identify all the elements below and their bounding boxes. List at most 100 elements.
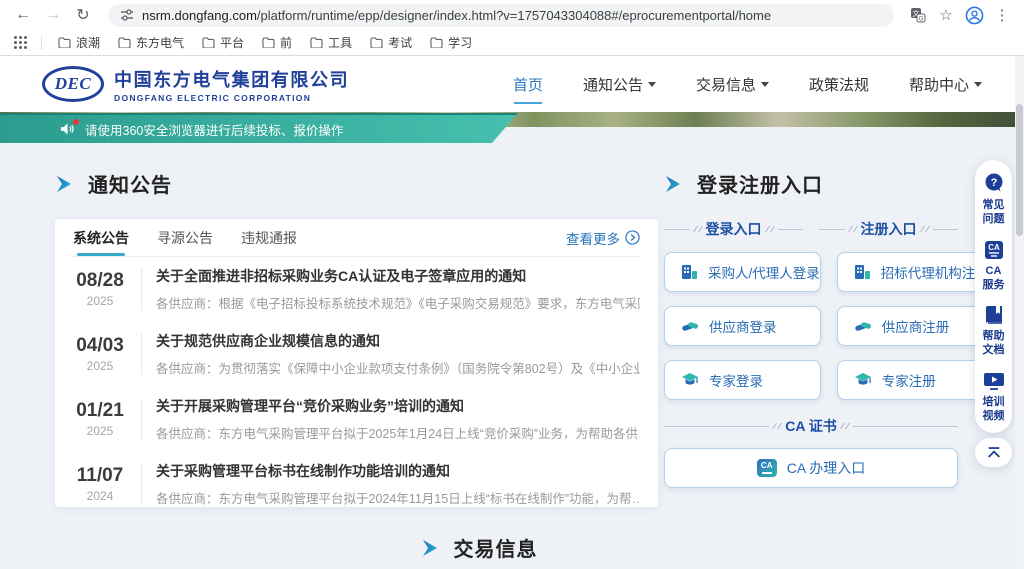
- rail-label: 帮助文档: [981, 329, 1007, 358]
- notice-title[interactable]: 关于全面推进非招标采购业务CA认证及电子签章应用的通知: [156, 266, 640, 286]
- bookmark-label: 工具: [328, 34, 352, 51]
- profile-avatar-icon[interactable]: [962, 3, 986, 27]
- bookmark-item[interactable]: 学习: [424, 32, 478, 53]
- divider: [141, 333, 142, 375]
- entry-button-label: 供应商登录: [709, 316, 777, 336]
- address-bar[interactable]: nsrm.dongfang.com/platform/runtime/epp/d…: [108, 4, 894, 27]
- url-domain: nsrm.dongfang.com: [142, 8, 257, 23]
- bookmark-label: 考试: [388, 34, 412, 51]
- ca-group-header: CA 证书: [664, 416, 958, 436]
- training-videos-item[interactable]: 培训视频: [981, 371, 1007, 424]
- login-section-header: 登录注册入口: [664, 169, 958, 198]
- announcement-ticker[interactable]: 请使用360安全浏览器进行后续投标、报价操作: [0, 113, 518, 143]
- notices-card: 系统公告 寻源公告 违规通报 查看更多 08/28 2025: [55, 219, 658, 507]
- bidding-agency-register-button[interactable]: 招标代理机构注册: [837, 252, 990, 292]
- supplier-login-button[interactable]: 供应商登录: [664, 306, 821, 346]
- notice-date-md: 04/03: [73, 335, 127, 357]
- faq-item[interactable]: ? 常见问题: [981, 172, 1007, 227]
- bookmark-item[interactable]: 前: [256, 32, 298, 53]
- help-docs-item[interactable]: 帮助文档: [981, 305, 1007, 358]
- notice-texts: 关于全面推进非招标采购业务CA认证及电子签章应用的通知 各供应商：根据《电子招标…: [156, 266, 640, 312]
- bookmark-item[interactable]: 浪潮: [52, 32, 106, 53]
- notice-texts: 关于采购管理平台标书在线制作功能培训的通知 各供应商：东方电气采购管理平台拟于2…: [156, 461, 640, 507]
- notice-date-md: 01/21: [73, 400, 127, 422]
- nav-home[interactable]: 首页: [513, 74, 543, 95]
- bookmark-item[interactable]: 平台: [196, 32, 250, 53]
- section-arrow-icon: [55, 176, 75, 192]
- folder-icon: [58, 37, 71, 48]
- supplier-register-button[interactable]: 供应商注册: [837, 306, 990, 346]
- question-bubble-icon: ?: [983, 172, 1005, 194]
- bookmark-item[interactable]: 工具: [304, 32, 358, 53]
- entry-button-label: 招标代理机构注册: [881, 262, 989, 282]
- notice-texts: 关于开展采购管理平台“竞价采购业务”培训的通知 各供应商：东方电气采购管理平台拟…: [156, 396, 640, 442]
- reload-button[interactable]: ↻: [70, 2, 96, 28]
- dropdown-caret-icon: [974, 82, 982, 87]
- circle-chevron-right-icon: [625, 230, 640, 245]
- ca-service-item[interactable]: CA CA服务: [981, 240, 1007, 293]
- tab-sourcing-notices[interactable]: 寻源公告: [157, 219, 213, 256]
- folder-icon: [262, 37, 275, 48]
- url-text: nsrm.dongfang.com/platform/runtime/epp/d…: [142, 8, 771, 23]
- notice-texts: 关于规范供应商企业规模信息的通知 各供应商：为贯彻落实《保障中小企业款项支付条例…: [156, 331, 640, 377]
- menu-kebab-icon[interactable]: ⋮: [990, 3, 1014, 27]
- expert-register-button[interactable]: 专家注册: [837, 360, 990, 400]
- nav-notices[interactable]: 通知公告: [583, 74, 656, 95]
- url-path: /platform/runtime/epp/designer/index.htm…: [257, 8, 771, 23]
- rail-label: 常见问题: [981, 198, 1007, 227]
- dropdown-caret-icon: [648, 82, 656, 87]
- nav-label: 帮助中心: [909, 74, 969, 95]
- ca-button-label: CA 办理入口: [787, 458, 866, 478]
- bookmark-item[interactable]: 东方电气: [112, 32, 190, 53]
- notice-row[interactable]: 08/28 2025 关于全面推进非招标采购业务CA认证及电子签章应用的通知 各…: [73, 257, 640, 322]
- notice-row[interactable]: 04/03 2025 关于规范供应商企业规模信息的通知 各供应商：为贯彻落实《保…: [73, 322, 640, 387]
- ca-card-icon: CA: [983, 240, 1005, 260]
- bookmarks-bar: 浪潮 东方电气 平台 前 工具 考试 学习: [0, 30, 1024, 56]
- translate-icon[interactable]: 文 G: [906, 3, 930, 27]
- ca-badge-icon: CA: [757, 459, 777, 477]
- notice-title[interactable]: 关于开展采购管理平台“竞价采购业务”培训的通知: [156, 396, 640, 416]
- nav-policies[interactable]: 政策法规: [809, 74, 869, 95]
- ca-badge-text: CA: [761, 462, 773, 470]
- register-group-header: 注册入口: [819, 219, 958, 239]
- bookmark-item[interactable]: 考试: [364, 32, 418, 53]
- svg-text:CA: CA: [988, 243, 1000, 252]
- notice-desc: 各供应商：根据《电子招标投标系统技术规范》《电子采购交易规范》要求，东方电气采购…: [156, 293, 640, 312]
- company-name-block: 中国东方电气集团有限公司 DONGFANG ELECTRIC CORPORATI…: [114, 66, 349, 103]
- svg-text:G: G: [918, 16, 923, 23]
- expert-login-button[interactable]: 专家登录: [664, 360, 821, 400]
- bookmark-star-icon[interactable]: ☆: [934, 3, 958, 27]
- nav-label: 通知公告: [583, 74, 643, 95]
- notice-title[interactable]: 关于采购管理平台标书在线制作功能培训的通知: [156, 461, 640, 481]
- book-icon: [983, 305, 1005, 325]
- rail-label: CA服务: [981, 264, 1007, 293]
- dropdown-caret-icon: [761, 82, 769, 87]
- nav-trade-info[interactable]: 交易信息: [696, 74, 769, 95]
- ca-apply-button[interactable]: CA CA 办理入口: [664, 448, 958, 488]
- nav-label: 首页: [513, 74, 543, 95]
- scrollbar-thumb[interactable]: [1016, 104, 1023, 236]
- tab-violation-reports[interactable]: 违规通报: [241, 219, 297, 256]
- section-arrow-icon: [421, 540, 441, 556]
- tab-system-notices[interactable]: 系统公告: [73, 219, 129, 256]
- notice-title[interactable]: 关于规范供应商企业规模信息的通知: [156, 331, 640, 351]
- buyer-agent-login-button[interactable]: 采购人/代理人登录: [664, 252, 821, 292]
- nav-label: 交易信息: [696, 74, 756, 95]
- apps-grid-icon[interactable]: [14, 36, 27, 49]
- group-headers: 登录入口 注册入口: [664, 219, 958, 239]
- divider: [141, 268, 142, 310]
- notice-row[interactable]: 01/21 2025 关于开展采购管理平台“竞价采购业务”培训的通知 各供应商：…: [73, 387, 640, 452]
- section-arrow-icon: [664, 176, 684, 192]
- speaker-icon: [60, 122, 75, 136]
- company-name-en: DONGFANG ELECTRIC CORPORATION: [114, 93, 349, 103]
- nav-help-center[interactable]: 帮助中心: [909, 74, 982, 95]
- back-to-top-button[interactable]: [975, 438, 1012, 467]
- building-icon: [681, 264, 698, 280]
- view-more-link[interactable]: 查看更多: [566, 228, 640, 248]
- entry-button-label: 专家注册: [882, 370, 936, 390]
- forward-button[interactable]: →: [40, 2, 66, 28]
- back-button[interactable]: ←: [10, 2, 36, 28]
- login-group-header: 登录入口: [664, 219, 803, 239]
- notice-date-year: 2024: [73, 489, 127, 503]
- notice-row[interactable]: 11/07 2024 关于采购管理平台标书在线制作功能培训的通知 各供应商：东方…: [73, 452, 640, 517]
